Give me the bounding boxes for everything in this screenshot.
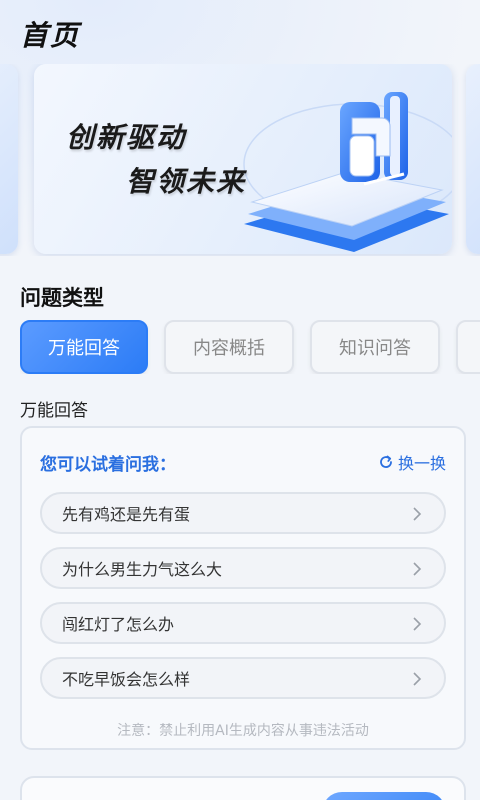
tab-knowledge-qa[interactable]: 知识问答 (310, 320, 440, 374)
section-title: 问题类型 (20, 286, 104, 310)
tab-universal-answer[interactable]: 万能回答 (20, 320, 148, 374)
chevron-right-icon (413, 617, 422, 631)
question-text: 为什么男生力气这么大 (62, 560, 223, 579)
suggested-question[interactable]: 为什么男生力气这么大 (40, 547, 446, 589)
suggestion-card: 您可以试着问我： 换一换 先有鸡还是先有蛋 为什么男生力气这么大 闯红灯了怎么办… (20, 426, 466, 750)
banner-main[interactable]: 创新驱动 智领未来 (34, 64, 452, 254)
tab-more[interactable] (456, 320, 480, 374)
chevron-right-icon (413, 562, 422, 576)
refresh-icon (380, 455, 392, 468)
suggested-question[interactable]: 先有鸡还是先有蛋 (40, 492, 446, 534)
bottom-input-bar[interactable] (20, 776, 466, 800)
tab-content-summary[interactable]: 内容概括 (164, 320, 294, 374)
banner-next-peek[interactable] (466, 64, 480, 254)
chevron-right-icon (413, 672, 422, 686)
question-text: 不吃早饭会怎么样 (62, 670, 191, 689)
refresh-label: 换一换 (397, 454, 446, 473)
banner-prev-peek[interactable] (0, 64, 18, 254)
suggested-question[interactable]: 不吃早饭会怎么样 (40, 657, 446, 699)
question-type-tabs: 万能回答 内容概括 知识问答 (20, 320, 480, 374)
current-type-label: 万能回答 (20, 401, 88, 421)
suggestion-heading: 您可以试着问我： (40, 455, 176, 475)
banner-illustration (243, 92, 452, 252)
question-text: 先有鸡还是先有蛋 (62, 505, 191, 524)
page-title: 首页 (20, 19, 81, 52)
refresh-button[interactable]: 换一换 (378, 450, 446, 474)
send-button[interactable] (322, 792, 446, 800)
banner-carousel[interactable]: 创新驱动 智领未来 (0, 64, 480, 256)
chevron-right-icon (413, 507, 422, 521)
suggested-question[interactable]: 闯红灯了怎么办 (40, 602, 446, 644)
question-text: 闯红灯了怎么办 (62, 615, 175, 634)
banner-headline-1: 创新驱动 (66, 121, 187, 154)
legal-notice: 注意：禁止利用AI生成内容从事违法活动 (117, 723, 369, 739)
banner-headline-2: 智领未来 (126, 165, 247, 198)
